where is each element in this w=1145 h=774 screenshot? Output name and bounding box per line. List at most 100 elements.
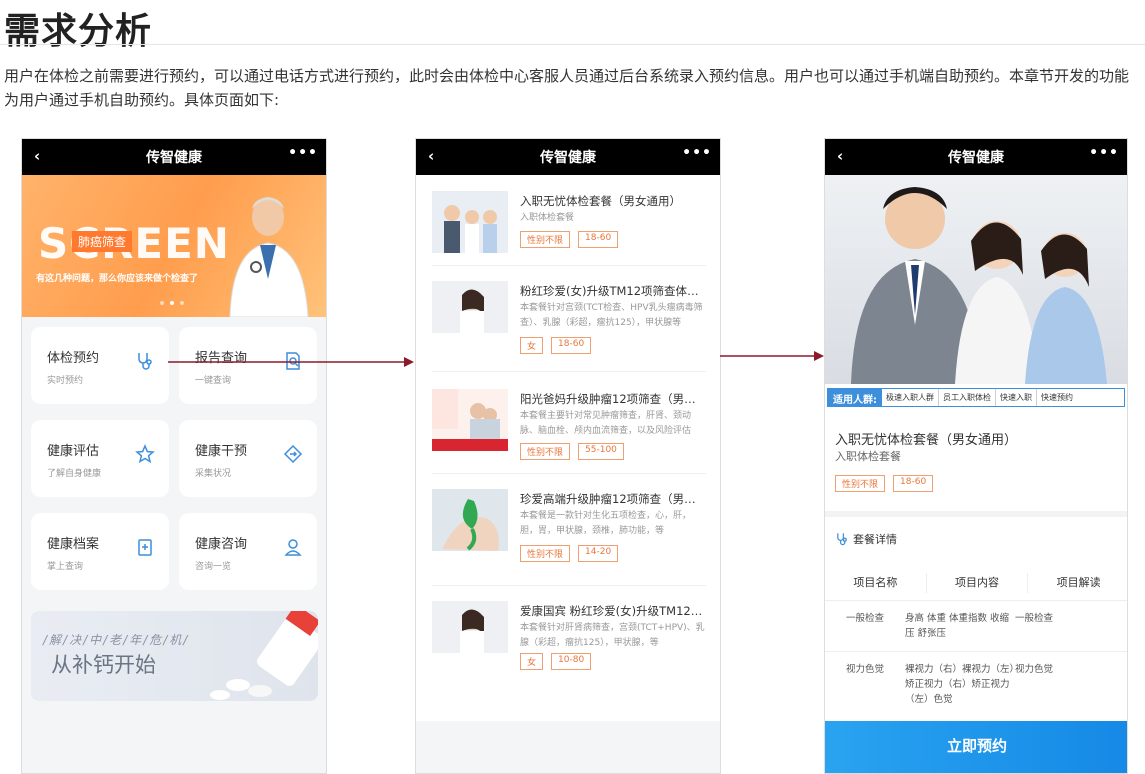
package-thumbnail <box>432 191 508 253</box>
audience-item: 快速入职 <box>996 389 1037 406</box>
pill-bottle-illustration <box>210 611 318 700</box>
age-tag: 14-20 <box>578 545 619 562</box>
phone-package-list: ‹ 传智健康 ••• 入职无忧体检套餐（男女通用） 入职体检套餐 性别不限 18-… <box>415 138 721 774</box>
audience-item: 极速入职人群 <box>882 389 939 406</box>
banner-tag: 肺癌筛查 <box>72 231 133 252</box>
back-icon[interactable]: ‹ <box>428 147 434 165</box>
title-divider <box>0 44 1145 45</box>
phone-package-detail: ‹ 传智健康 ••• 适用人群: 极速入职人群 员工入职体检 快速入职 快速预约… <box>824 138 1128 774</box>
intervention-icon <box>283 444 303 464</box>
card-records[interactable]: 健康档案 掌上查询 <box>31 513 169 590</box>
card-consult[interactable]: 健康咨询 咨询一览 <box>179 513 317 590</box>
more-icon[interactable]: ••• <box>1089 145 1119 161</box>
app-title: 传智健康 <box>948 150 1004 166</box>
gender-tag: 性别不限 <box>520 443 571 460</box>
card-subtitle: 了解自身健康 <box>47 469 102 479</box>
package-thumbnail <box>432 489 508 551</box>
gender-tag: 性别不限 <box>520 231 571 248</box>
more-icon[interactable]: ••• <box>682 145 712 161</box>
card-subtitle: 掌上查询 <box>47 562 84 572</box>
card-title: 健康咨询 <box>195 537 248 552</box>
gender-tag: 性别不限 <box>520 545 571 562</box>
package-title: 入职无忧体检套餐（男女通用） <box>835 433 1018 448</box>
age-tag: 18-60 <box>893 475 934 492</box>
app-title: 传智健康 <box>540 150 596 166</box>
card-subtitle: 咨询一览 <box>195 562 232 572</box>
audience-strip: 适用人群: 极速入职人群 员工入职体检 快速入职 快速预约 <box>827 388 1125 407</box>
age-tag: 55-100 <box>578 443 624 460</box>
package-title: 阳光爸妈升级肿瘤12项筛查（男女单人） <box>520 392 706 406</box>
card-intervention[interactable]: 健康干预 采集状况 <box>179 420 317 497</box>
banner-pagination[interactable] <box>160 301 184 305</box>
package-desc: 本套餐是一款针对生化五项检查，心，肝，胆，胃，甲状腺，颈椎，肺功能，等 <box>520 511 692 536</box>
top-bar: ‹ 传智健康 ••• <box>825 139 1127 175</box>
table-cell: 裸视力（右）裸视力（左）矫正视力（右）矫正视力（左）色觉 <box>905 664 1015 705</box>
table-cell: 身高 体重 体重指数 收缩压 舒张压 <box>905 613 1010 639</box>
table-row: 一般检查 身高 体重 体重指数 收缩压 舒张压 一般检查 <box>825 601 1127 652</box>
package-hero-image <box>825 175 1127 384</box>
package-title: 珍爱高端升级肿瘤12项筛查（男女单人） <box>520 492 706 506</box>
table-header: 项目名称 项目内容 项目解读 <box>825 565 1127 601</box>
list-item[interactable]: 粉红珍爱(女)升级TM12项筛查体检套餐 本套餐针对宫颈(TCT检查、HPV乳头… <box>432 267 706 367</box>
promo-line1: /解/决/中/老/年/危/机/ <box>43 633 190 647</box>
flow-arrow-1 <box>168 357 414 367</box>
package-title: 爱康国宾 粉红珍爱(女)升级TM12项筛查 <box>520 604 706 618</box>
column-header: 项目名称 <box>825 572 927 593</box>
gender-tag: 女 <box>520 337 544 354</box>
audience-label: 适用人群: <box>828 389 882 406</box>
list-item[interactable]: 阳光爸妈升级肿瘤12项筛查（男女单人） 本套餐主要针对常见肿瘤筛查，肝肾、颈动脉… <box>432 375 706 475</box>
package-desc: 本套餐主要针对常见肿瘤筛查，肝肾、颈动脉、脑血栓、颅内血流筛查，以及风险评估 <box>520 411 692 436</box>
banner-subtitle: 有这几种问题，那么你应该来做个检查了 <box>36 274 199 284</box>
package-title: 入职无忧体检套餐（男女通用） <box>520 194 681 208</box>
divider <box>432 265 706 266</box>
card-appointment[interactable]: 体检预约 实时预约 <box>31 327 169 404</box>
back-icon[interactable]: ‹ <box>837 147 843 165</box>
divider <box>432 371 706 372</box>
package-list: 入职无忧体检套餐（男女通用） 入职体检套餐 性别不限 18-60 粉红珍爱(女)升… <box>416 175 720 721</box>
table-cell: 一般检查 <box>1015 613 1054 624</box>
back-icon[interactable]: ‹ <box>34 147 40 165</box>
list-item[interactable]: 珍爱高端升级肿瘤12项筛查（男女单人） 本套餐是一款针对生化五项检查，心，肝，胆… <box>432 475 706 575</box>
package-desc: 入职体检套餐 <box>520 213 575 223</box>
promo-banner[interactable]: /解/决/中/老/年/危/机/ 从补钙开始 <box>31 611 318 701</box>
card-subtitle: 采集状况 <box>195 469 232 479</box>
consult-icon <box>284 539 302 556</box>
home-banner[interactable]: SCREEN 肺癌筛查 有这几种问题，那么你应该来做个检查了 <box>22 175 326 317</box>
app-title: 传智健康 <box>146 150 202 166</box>
package-thumbnail <box>432 389 508 451</box>
age-tag: 18-60 <box>578 231 619 248</box>
package-title: 粉红珍爱(女)升级TM12项筛查体检套餐 <box>520 284 706 298</box>
stethoscope-icon <box>138 353 152 370</box>
banner-headline: SCREEN <box>38 219 230 268</box>
top-bar: ‹ 传智健康 ••• <box>416 139 720 175</box>
star-icon <box>135 444 155 464</box>
package-desc: 本套餐针对肝肾病筛查，宫颈(TCT+HPV)、乳腺（彩超，瘤抗125），甲状腺，… <box>520 623 705 648</box>
package-desc: 本套餐针对宫颈(TCT检查、HPV乳头瘤病毒筛查）、乳腺（彩超，瘤抗125），甲… <box>520 303 703 328</box>
divider <box>432 585 706 586</box>
list-item[interactable]: 爱康国宾 粉红珍爱(女)升级TM12项筛查 本套餐针对肝肾病筛查，宫颈(TCT+… <box>432 587 706 687</box>
section-gap <box>825 511 1127 517</box>
table-cell: 视力色觉 <box>1015 664 1054 675</box>
stethoscope-icon <box>837 533 847 546</box>
audience-item: 快速预约 <box>1041 393 1073 402</box>
card-subtitle: 一键查询 <box>195 376 232 386</box>
phone-home: ‹ 传智健康 ••• SCREEN 肺癌筛查 有这几种问题，那么你应该来做个检查… <box>21 138 327 774</box>
promo-line2: 从补钙开始 <box>51 653 156 677</box>
card-title: 健康评估 <box>47 444 100 459</box>
age-tag: 10-80 <box>551 653 592 670</box>
column-header: 项目解读 <box>1056 575 1101 589</box>
more-icon[interactable]: ••• <box>288 145 318 161</box>
package-thumbnail <box>432 601 508 663</box>
card-title: 健康干预 <box>195 444 248 459</box>
gender-tag: 性别不限 <box>835 475 886 492</box>
page-title: 需求分析 <box>4 11 153 52</box>
card-assessment[interactable]: 健康评估 了解自身健康 <box>31 420 169 497</box>
table-cell: 一般检查 <box>845 613 884 624</box>
card-subtitle: 实时预约 <box>47 376 84 386</box>
book-now-button[interactable]: 立即预约 <box>825 721 1127 773</box>
gender-tag: 女 <box>520 653 544 670</box>
page: 需求分析 用户在体检之前需要进行预约，可以通过电话方式进行预约，此时会由体检中心… <box>0 0 1145 774</box>
package-subtitle: 入职体检套餐 <box>835 450 901 463</box>
list-item[interactable]: 入职无忧体检套餐（男女通用） 入职体检套餐 性别不限 18-60 <box>432 177 706 277</box>
intro-paragraph: 用户在体检之前需要进行预约，可以通过电话方式进行预约，此时会由体检中心客服人员通… <box>4 67 1130 109</box>
